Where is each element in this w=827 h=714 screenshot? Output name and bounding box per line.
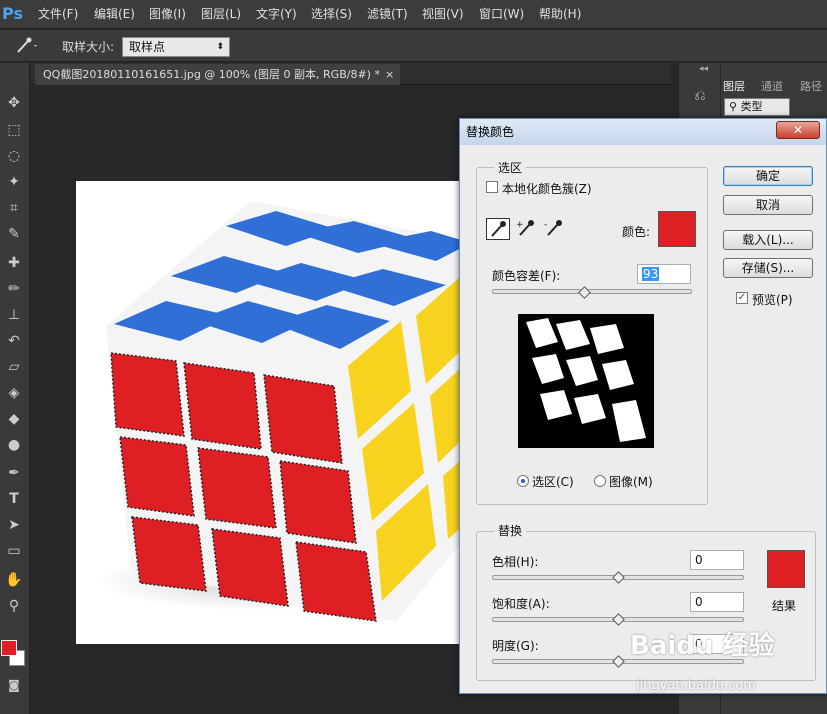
brush-tool-icon[interactable]: ✏ xyxy=(3,278,25,300)
history-brush-icon[interactable]: ↶ xyxy=(3,330,25,352)
menu-window[interactable]: 窗口(W) xyxy=(479,0,524,29)
fuzziness-label: 颜色容差(F): xyxy=(492,269,561,283)
menu-type[interactable]: 文字(Y) xyxy=(256,0,297,29)
replace-color-dialog: 替换颜色 ✕ 选区 本地化颜色簇(Z) + - 颜色: 颜色容差(F): 93 xyxy=(459,118,827,694)
color-label: 颜色: xyxy=(622,225,651,239)
dodge-tool-icon[interactable]: ● xyxy=(3,434,25,456)
close-button[interactable]: ✕ xyxy=(776,121,820,139)
fuzziness-input[interactable]: 93 xyxy=(637,264,691,284)
saturation-value: 0 xyxy=(695,595,703,609)
fuzziness-slider[interactable] xyxy=(492,289,692,294)
load-button[interactable]: 载入(L)... xyxy=(723,230,813,250)
lightness-label: 明度(G): xyxy=(492,639,539,653)
layer-filter-value: 类型 xyxy=(740,100,763,113)
menu-layer[interactable]: 图层(L) xyxy=(201,0,241,29)
crop-tool-icon[interactable]: ⌗ xyxy=(3,197,25,219)
baidu-watermark-url: jingyan.baidu.com xyxy=(636,678,756,693)
blur-tool-icon[interactable]: ◆ xyxy=(3,408,25,430)
history-panel-icon[interactable]: ⎌ xyxy=(690,88,710,108)
preview-checkbox[interactable]: ✓ xyxy=(736,292,748,304)
replacement-group-label: 替换 xyxy=(494,522,527,539)
menu-file[interactable]: 文件(F) xyxy=(38,0,78,29)
tab-layers[interactable]: 图层 xyxy=(723,77,745,97)
sample-size-label: 取样大小: xyxy=(62,40,115,54)
layer-filter-select[interactable]: ⚲ 类型 xyxy=(724,98,790,116)
foreground-color-swatch-top xyxy=(1,640,17,656)
menu-select[interactable]: 选择(S) xyxy=(311,0,352,29)
eyedropper-icon[interactable] xyxy=(486,218,510,240)
path-select-icon[interactable]: ➤ xyxy=(3,514,25,536)
menu-view[interactable]: 视图(V) xyxy=(422,0,464,29)
updown-icon: ⬍ xyxy=(216,42,224,52)
magic-wand-icon[interactable]: ✦ xyxy=(3,171,25,193)
preview-label: 预览(P) xyxy=(752,293,793,307)
lasso-tool-icon[interactable]: ◌ xyxy=(3,145,25,167)
rubiks-cube-image xyxy=(96,201,471,622)
stamp-tool-icon[interactable]: ⊥ xyxy=(3,304,25,326)
photoshop-logo: Ps xyxy=(2,4,23,23)
hue-label: 色相(H): xyxy=(492,555,539,569)
search-icon: ⚲ xyxy=(729,100,741,113)
mask-thumbnail xyxy=(526,318,646,442)
document-tab-title: QQ截图20180110161651.jpg @ 100% (图层 0 副本, … xyxy=(43,68,380,81)
image-canvas[interactable] xyxy=(76,181,471,644)
quick-mask-icon[interactable]: ◙ xyxy=(3,674,25,696)
sample-size-value: 取样点 xyxy=(129,40,166,54)
selection-radio-label: 选区(C) xyxy=(532,475,574,489)
selection-color-swatch[interactable] xyxy=(658,211,696,247)
localized-clusters-checkbox[interactable] xyxy=(486,181,498,193)
selection-group-label: 选区 xyxy=(494,159,527,176)
cancel-button[interactable]: 取消 xyxy=(723,195,813,215)
dialog-title: 替换颜色 xyxy=(460,119,826,145)
tab-channels[interactable]: 通道 xyxy=(761,77,783,97)
menu-help[interactable]: 帮助(H) xyxy=(539,0,581,29)
menu-edit[interactable]: 编辑(E) xyxy=(94,0,135,29)
eraser-tool-icon[interactable]: ▱ xyxy=(3,356,25,378)
selection-preview-mask xyxy=(518,314,654,448)
pen-tool-icon[interactable]: ✒ xyxy=(3,462,25,484)
svg-text:+: + xyxy=(516,220,524,230)
paint-bucket-icon[interactable]: ◈ xyxy=(3,382,25,404)
baidu-watermark: Baidu 经验 xyxy=(630,631,775,661)
close-tab-icon[interactable]: × xyxy=(385,64,394,85)
result-label: 结果 xyxy=(772,599,797,613)
eyedropper-tool-icon[interactable]: ✎ xyxy=(3,223,25,245)
saturation-label: 饱和度(A): xyxy=(492,597,550,611)
hand-tool-icon[interactable]: ✋ xyxy=(3,569,25,591)
marquee-tool-icon[interactable]: ⬚ xyxy=(3,119,25,141)
fuzziness-value: 93 xyxy=(642,267,660,281)
zoom-tool-icon[interactable]: ⚲ xyxy=(3,595,25,617)
hue-value: 0 xyxy=(695,553,703,567)
saturation-input[interactable]: 0 xyxy=(690,592,744,612)
image-radio-label: 图像(M) xyxy=(609,475,653,489)
selection-radio[interactable] xyxy=(517,475,529,487)
localized-clusters-label: 本地化颜色簇(Z) xyxy=(502,182,592,196)
save-button[interactable]: 存储(S)... xyxy=(723,258,813,278)
svg-text:-: - xyxy=(544,220,547,230)
eyedropper-tool-preset-icon[interactable] xyxy=(10,36,38,56)
menu-filter[interactable]: 滤镜(T) xyxy=(367,0,408,29)
ok-button[interactable]: 确定 xyxy=(723,166,813,186)
selection-radio-dot xyxy=(521,479,525,483)
hue-input[interactable]: 0 xyxy=(690,550,744,570)
tab-paths[interactable]: 路径 xyxy=(800,77,822,97)
menu-image[interactable]: 图像(I) xyxy=(149,0,186,29)
result-color-swatch[interactable] xyxy=(767,550,805,588)
shape-tool-icon[interactable]: ▭ xyxy=(3,540,25,562)
healing-brush-icon[interactable]: ✚ xyxy=(3,252,25,274)
image-radio[interactable] xyxy=(594,475,606,487)
move-tool-icon[interactable]: ✥ xyxy=(3,92,25,114)
panel-collapse-icon[interactable]: ◂◂ xyxy=(699,64,708,74)
subtract-eyedropper-icon[interactable]: - xyxy=(542,218,566,240)
sample-size-select[interactable]: 取样点 ⬍ xyxy=(122,37,230,57)
add-eyedropper-icon[interactable]: + xyxy=(514,218,538,240)
type-tool-icon[interactable]: T xyxy=(3,488,25,510)
document-tab[interactable]: QQ截图20180110161651.jpg @ 100% (图层 0 副本, … xyxy=(35,64,400,85)
